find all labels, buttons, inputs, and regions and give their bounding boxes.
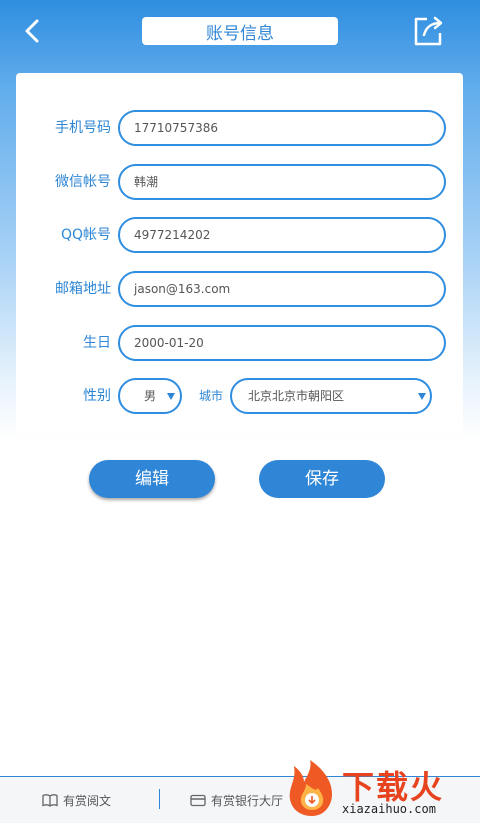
dropdown-caret-icon (167, 393, 175, 400)
watermark: 下载火 xiazaihuo.com (280, 756, 480, 822)
share-edit-icon (414, 16, 443, 46)
phone-label: 手机号码 (55, 120, 111, 136)
city-select[interactable]: 北京北京市朝阳区 (230, 378, 432, 414)
wechat-field[interactable]: 韩潮 (118, 164, 446, 200)
page-title: 账号信息 (142, 17, 338, 45)
account-form-card: 手机号码 17710757386 微信帐号 韩潮 QQ帐号 4977214202… (16, 73, 463, 433)
email-row: 邮箱地址 jason@163.com (16, 271, 463, 307)
watermark-url: xiazaihuo.com (342, 802, 436, 816)
chevron-left-icon (25, 19, 39, 43)
qq-label: QQ帐号 (60, 227, 111, 243)
dropdown-caret-icon (418, 393, 426, 400)
wechat-row: 微信帐号 韩潮 (16, 164, 463, 200)
flame-logo-icon (289, 760, 332, 816)
birthday-row: 生日 2000-01-20 (16, 325, 463, 361)
tab-bank[interactable]: 有赏银行大厅 (190, 777, 283, 823)
tab-bank-label: 有赏银行大厅 (211, 793, 284, 808)
birthday-field[interactable]: 2000-01-20 (118, 325, 446, 361)
email-field[interactable]: jason@163.com (118, 271, 446, 307)
tab-reading[interactable]: 有赏阅文 (42, 777, 111, 823)
gender-label: 性别 (83, 388, 111, 404)
birthday-label: 生日 (83, 335, 111, 351)
email-label: 邮箱地址 (55, 281, 111, 297)
save-button[interactable]: 保存 (259, 460, 385, 498)
wechat-label: 微信帐号 (55, 174, 111, 190)
tab-reading-label: 有赏阅文 (63, 793, 112, 808)
qq-field[interactable]: 4977214202 (118, 217, 446, 253)
tab-divider (159, 789, 160, 809)
card-icon (190, 794, 206, 806)
gender-select[interactable]: 男 (118, 378, 182, 414)
top-bar: 账号信息 (0, 0, 480, 64)
book-icon (42, 794, 58, 807)
share-button[interactable] (410, 13, 446, 49)
edit-button[interactable]: 编辑 (89, 460, 215, 498)
city-label: 城市 (199, 389, 224, 403)
city-value: 北京北京市朝阳区 (248, 389, 345, 403)
gender-city-row: 性别 男 城市 北京北京市朝阳区 (16, 378, 463, 414)
gender-value: 男 (144, 389, 157, 403)
qq-row: QQ帐号 4977214202 (16, 217, 463, 253)
back-button[interactable] (18, 14, 48, 48)
phone-row: 手机号码 17710757386 (16, 110, 463, 146)
phone-field[interactable]: 17710757386 (118, 110, 446, 146)
